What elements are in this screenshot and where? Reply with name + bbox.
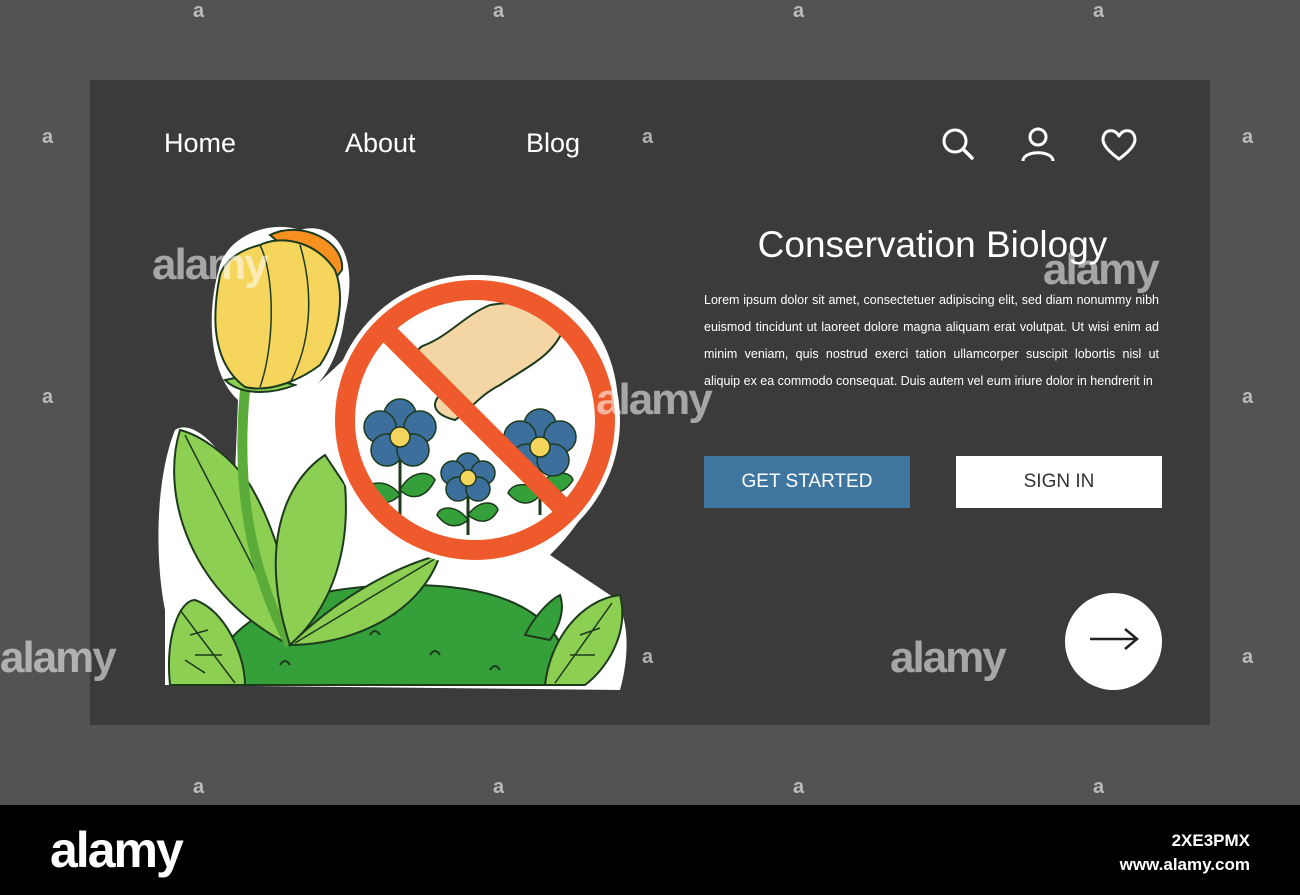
footer-image-info: 2XE3PMX www.alamy.com bbox=[1120, 829, 1250, 877]
watermark-mark: a bbox=[1242, 126, 1254, 148]
watermark-mark: a bbox=[1242, 386, 1254, 408]
watermark-mark: a bbox=[642, 126, 654, 148]
watermark-mark: a bbox=[42, 386, 54, 408]
nav-about[interactable]: About bbox=[345, 128, 416, 159]
get-started-button[interactable]: GET STARTED bbox=[704, 456, 910, 508]
watermark-mark: a bbox=[1093, 0, 1105, 22]
watermark-mark: a bbox=[193, 0, 205, 22]
watermark: alamy bbox=[0, 633, 117, 682]
watermark-mark: a bbox=[642, 646, 654, 668]
nav-home[interactable]: Home bbox=[164, 128, 236, 159]
next-button[interactable] bbox=[1065, 593, 1162, 690]
footer-logo: alamy bbox=[50, 822, 184, 878]
sign-in-button[interactable]: SIGN IN bbox=[956, 456, 1162, 508]
watermark-mark: a bbox=[1093, 776, 1105, 798]
watermark: alamy bbox=[596, 375, 713, 424]
watermark-mark: a bbox=[793, 0, 805, 22]
user-icon[interactable] bbox=[1018, 124, 1058, 164]
search-icon[interactable] bbox=[938, 124, 978, 164]
hero-description: Lorem ipsum dolor sit amet, consectetuer… bbox=[704, 293, 1159, 388]
watermark-mark: a bbox=[1242, 646, 1254, 668]
heart-icon[interactable] bbox=[1098, 124, 1138, 164]
watermark-mark: a bbox=[42, 126, 54, 148]
image-id: 2XE3PMX bbox=[1171, 831, 1250, 850]
watermark: alamy bbox=[152, 240, 269, 289]
watermark: alamy bbox=[1043, 245, 1160, 294]
watermark-mark: a bbox=[193, 776, 205, 798]
site-url: www.alamy.com bbox=[1119, 855, 1250, 874]
watermark-mark: a bbox=[793, 776, 805, 798]
watermark-mark: a bbox=[493, 776, 505, 798]
nav-blog[interactable]: Blog bbox=[526, 128, 580, 159]
watermark-mark: a bbox=[493, 0, 505, 22]
arrow-right-icon bbox=[1088, 626, 1140, 657]
footer-bar: alamy 2XE3PMX www.alamy.com bbox=[0, 805, 1300, 895]
watermark: alamy bbox=[890, 633, 1007, 682]
